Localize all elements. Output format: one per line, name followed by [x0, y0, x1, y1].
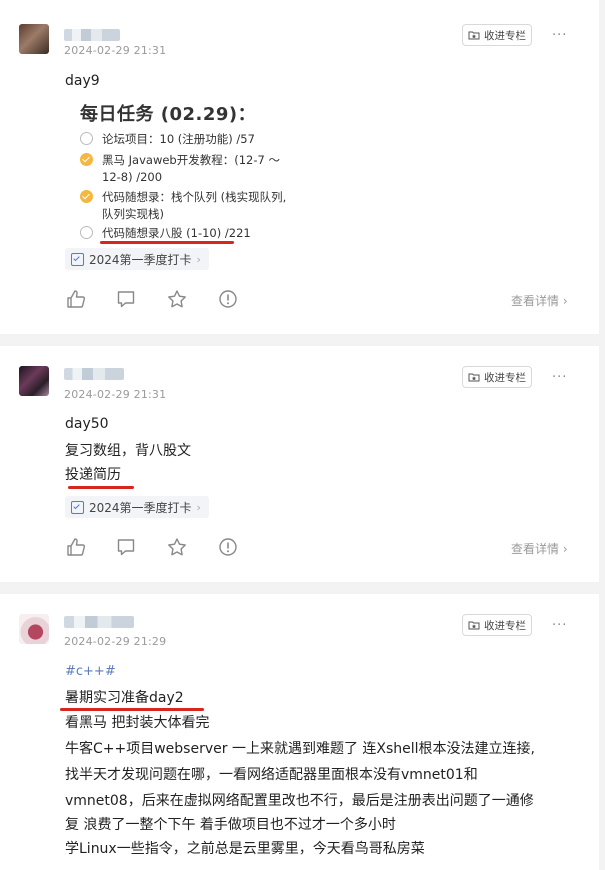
- add-to-column-button[interactable]: 收进专栏: [462, 366, 532, 388]
- post-line: 找半天才发现问题在哪，一看网络适配器里面根本没有vmnet01和: [65, 767, 478, 783]
- view-detail-label: 查看详情: [511, 542, 560, 556]
- chevron-right-icon: ›: [562, 294, 568, 308]
- like-icon[interactable]: [66, 289, 86, 309]
- post-line: 牛客C++项目webserver 一上来就遇到难题了 连Xshell根本没法建立…: [65, 741, 536, 757]
- post-line: day50: [65, 416, 109, 432]
- avatar[interactable]: [19, 366, 49, 396]
- avatar[interactable]: [19, 24, 49, 54]
- post-line: 暑期实习准备day2: [65, 690, 184, 706]
- add-to-column-label: 收进专栏: [484, 29, 526, 42]
- task-text: 代码随想录：栈个队列 (栈实现队列, 队列实现栈): [102, 190, 287, 221]
- post-line: 投递简历: [65, 467, 121, 483]
- post-time: 2024-02-29 21:31: [64, 44, 167, 57]
- user-name[interactable]: [64, 616, 134, 628]
- task-text: 论坛项目：10 (注册功能) /57: [102, 132, 255, 146]
- hashtag-link[interactable]: #c++#: [65, 664, 116, 679]
- avatar[interactable]: [19, 614, 49, 644]
- add-to-column-label: 收进专栏: [484, 619, 526, 632]
- post-card: 2024-02-29 21:31 收进专栏 ··· day9 每日任务 (02.…: [0, 0, 599, 334]
- topic-tag-label: 2024第一季度打卡: [89, 500, 192, 515]
- chevron-right-icon: ›: [562, 542, 568, 556]
- folder-star-icon: [468, 31, 480, 40]
- topic-tag[interactable]: 2024第一季度打卡 ›: [65, 248, 209, 270]
- user-name[interactable]: [64, 29, 120, 41]
- more-options-icon[interactable]: ···: [552, 618, 567, 633]
- red-underline-annotation: [60, 708, 204, 711]
- chevron-right-icon: ›: [196, 252, 201, 266]
- add-to-column-button[interactable]: 收进专栏: [462, 614, 532, 636]
- report-icon[interactable]: [218, 289, 238, 309]
- topic-tag-label: 2024第一季度打卡: [89, 252, 192, 267]
- red-underline-annotation: [68, 486, 134, 489]
- add-to-column-label: 收进专栏: [484, 371, 526, 384]
- comment-icon[interactable]: [116, 537, 136, 557]
- more-options-icon[interactable]: ···: [552, 28, 567, 43]
- add-to-column-button[interactable]: 收进专栏: [462, 24, 532, 46]
- topic-tag[interactable]: 2024第一季度打卡 ›: [65, 496, 209, 518]
- post-line: 学Linux一些指令，之前总是云里雾里，今天看鸟哥私房菜: [65, 841, 425, 857]
- checkbox-checked-icon: [80, 153, 93, 166]
- calendar-check-icon: [71, 500, 84, 514]
- view-detail-link[interactable]: 查看详情 ›: [511, 540, 568, 557]
- post-line: 复习数组，背八股文: [65, 443, 191, 459]
- red-underline-annotation: [100, 241, 234, 244]
- task-item: 代码随想录八股 (1-10) /221: [80, 225, 380, 242]
- star-icon[interactable]: [167, 537, 187, 557]
- task-text: 代码随想录八股 (1-10) /221: [102, 226, 251, 240]
- view-detail-label: 查看详情: [511, 294, 560, 308]
- folder-star-icon: [468, 621, 480, 630]
- task-item: 代码随想录：栈个队列 (栈实现队列, 队列实现栈): [80, 189, 380, 223]
- folder-star-icon: [468, 373, 480, 382]
- checkbox-unchecked-icon: [80, 226, 93, 239]
- checkbox-unchecked-icon: [80, 132, 93, 145]
- calendar-check-icon: [71, 252, 84, 266]
- post-time: 2024-02-29 21:31: [64, 388, 167, 401]
- chevron-right-icon: ›: [196, 500, 201, 514]
- post-card: 2024-02-29 21:31 收进专栏 ··· day50 复习数组，背八股…: [0, 346, 599, 582]
- post-time: 2024-02-29 21:29: [64, 635, 167, 648]
- view-detail-link[interactable]: 查看详情 ›: [511, 292, 568, 309]
- like-icon[interactable]: [66, 537, 86, 557]
- task-item: 论坛项目：10 (注册功能) /57: [80, 131, 380, 148]
- post-card: 2024-02-29 21:29 收进专栏 ··· #c++# 暑期实习准备da…: [0, 594, 599, 870]
- user-name[interactable]: [64, 368, 124, 380]
- post-line: 看黑马 把封装大体看完: [65, 715, 210, 731]
- task-text: 黑马 Javaweb开发教程：(12-7 ～ 12-8) /200: [102, 153, 280, 184]
- more-options-icon[interactable]: ···: [552, 370, 567, 385]
- post-title: day9: [65, 73, 100, 89]
- post-line: 复 浪费了一整个下午 着手做项目也不过才一个多小时: [65, 817, 396, 833]
- comment-icon[interactable]: [116, 289, 136, 309]
- checkbox-checked-icon: [80, 190, 93, 203]
- post-line: vmnet08，后来在虚拟网络配置里改也不行，最后是注册表出问题了一通修: [65, 793, 534, 809]
- star-icon[interactable]: [167, 289, 187, 309]
- report-icon[interactable]: [218, 537, 238, 557]
- task-list-header: 每日任务 (02.29)：: [80, 104, 257, 125]
- task-item: 黑马 Javaweb开发教程：(12-7 ～ 12-8) /200: [80, 152, 380, 186]
